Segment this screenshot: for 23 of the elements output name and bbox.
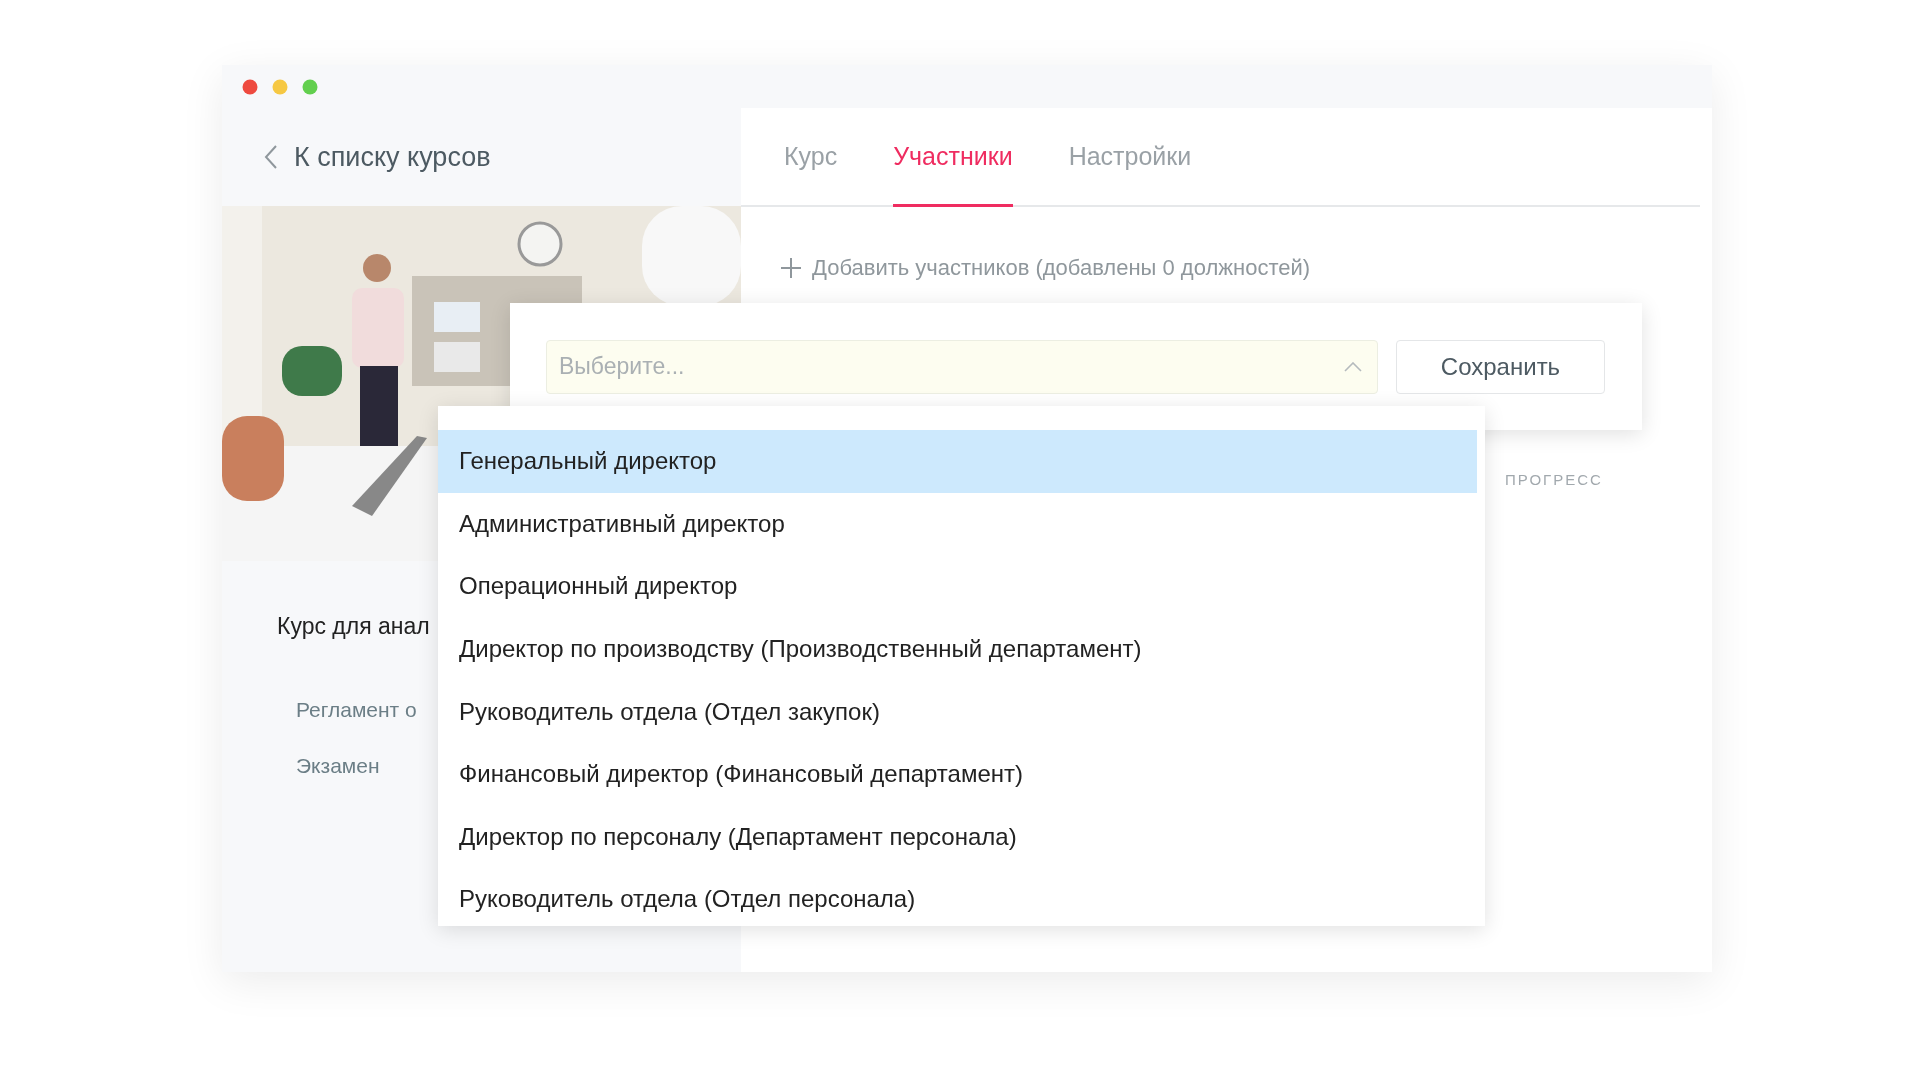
plus-icon: [780, 257, 802, 279]
dropdown-option[interactable]: Генеральный директор: [438, 430, 1477, 493]
dropdown-option[interactable]: Руководитель отдела (Отдел персонала): [438, 868, 1477, 931]
close-icon[interactable]: [242, 78, 258, 95]
column-header: ПРОГРЕСС: [1505, 471, 1603, 488]
dropdown-option[interactable]: Директор по производству (Производственный департамент): [438, 617, 1477, 681]
chevron-up-icon: [1344, 361, 1362, 372]
zoom-icon[interactable]: [302, 78, 318, 95]
dropdown-option[interactable]: Руководитель отдела (Отдел закупок): [438, 680, 1477, 743]
dropdown-option[interactable]: Операционный директор: [438, 555, 1477, 618]
dropdown-option[interactable]: Административный директор: [438, 492, 1477, 556]
back-link[interactable]: К списку курсов: [222, 108, 741, 206]
minimize-icon[interactable]: [272, 78, 288, 95]
course-title: Курс для анал: [277, 613, 430, 639]
tab[interactable]: Участники: [893, 108, 1013, 207]
lesson-link[interactable]: Экзамен: [296, 754, 380, 778]
chevron-left-icon: [264, 144, 278, 170]
back-link-label[interactable]: К списку курсов: [294, 141, 491, 173]
dropdown-option[interactable]: Директор по персоналу (Департамент персонала): [438, 805, 1477, 869]
position-select[interactable]: Выберите...: [546, 339, 1378, 394]
lesson-link[interactable]: Регламент о: [296, 698, 417, 722]
dropdown-option[interactable]: Финансовый директор (Финансовый департамент): [438, 742, 1477, 806]
save-button[interactable]: Сохранить: [1396, 339, 1605, 394]
